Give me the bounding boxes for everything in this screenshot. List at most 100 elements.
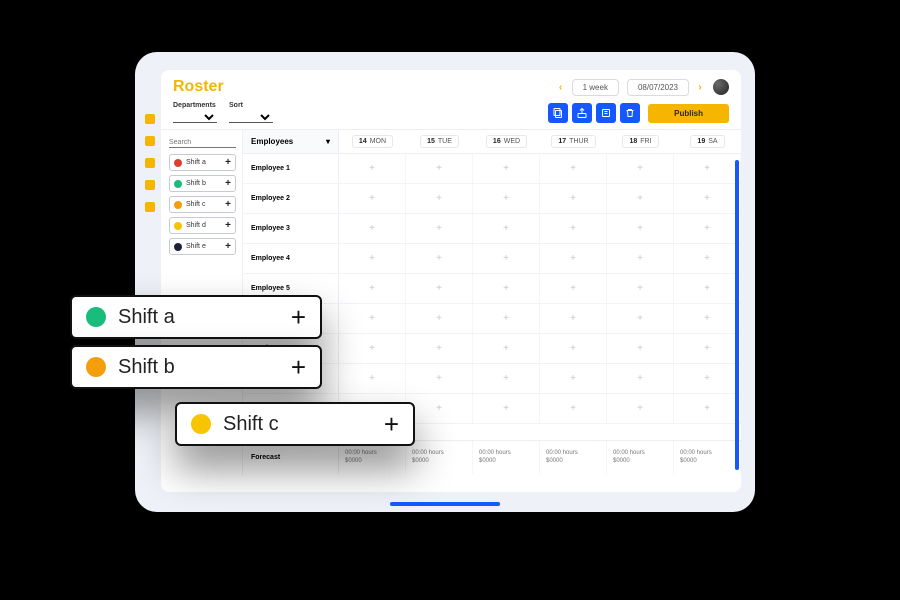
employee-name-cell[interactable]: Employee 2	[243, 184, 339, 213]
shift-cell[interactable]: +	[406, 154, 473, 183]
shift-cell[interactable]: +	[339, 274, 406, 303]
shift-cell[interactable]: +	[473, 274, 540, 303]
shift-cell[interactable]: +	[339, 214, 406, 243]
shift-cell[interactable]: +	[473, 214, 540, 243]
shift-cell[interactable]: +	[473, 154, 540, 183]
employee-name-cell[interactable]: Employee 3	[243, 214, 339, 243]
search-input[interactable]	[169, 138, 236, 148]
employees-column-header[interactable]: Employees ▾	[243, 130, 339, 153]
shift-label: Shift a	[186, 159, 225, 166]
shift-popover[interactable]: Shift b +	[70, 345, 322, 389]
shift-cell[interactable]: +	[540, 244, 607, 273]
shift-label: Shift d	[186, 222, 225, 229]
shift-cell[interactable]: +	[607, 334, 674, 363]
shift-cell[interactable]: +	[607, 304, 674, 333]
shift-cell[interactable]: +	[540, 394, 607, 423]
day-column-header[interactable]: 14MON	[339, 130, 406, 153]
shift-cell[interactable]: +	[674, 214, 741, 243]
shift-cell[interactable]: +	[540, 334, 607, 363]
shift-cell[interactable]: +	[406, 304, 473, 333]
shift-cell[interactable]: +	[674, 154, 741, 183]
shift-cell[interactable]: +	[607, 274, 674, 303]
plus-icon[interactable]: +	[291, 352, 306, 383]
shift-popover[interactable]: Shift c +	[175, 402, 415, 446]
next-period-button[interactable]: ›	[693, 79, 707, 95]
plus-icon[interactable]: +	[225, 199, 231, 210]
bezel-tab	[145, 180, 155, 190]
day-column-header[interactable]: 19SA	[674, 130, 741, 153]
shift-cell[interactable]: +	[607, 214, 674, 243]
shift-cell[interactable]: +	[406, 214, 473, 243]
plus-icon[interactable]: +	[225, 241, 231, 252]
shift-cell[interactable]: +	[339, 154, 406, 183]
shift-cell[interactable]: +	[473, 184, 540, 213]
shift-cell[interactable]: +	[607, 244, 674, 273]
export-button[interactable]	[572, 103, 592, 123]
shift-item[interactable]: Shift c+	[169, 196, 236, 213]
shift-cell[interactable]: +	[540, 184, 607, 213]
shift-item[interactable]: Shift a+	[169, 154, 236, 171]
shift-cell[interactable]: +	[406, 364, 473, 393]
shift-cell[interactable]: +	[339, 364, 406, 393]
shift-cell[interactable]: +	[473, 304, 540, 333]
range-selector[interactable]: 1 week	[572, 79, 619, 96]
shift-cell[interactable]: +	[473, 394, 540, 423]
departments-dropdown[interactable]	[173, 111, 217, 123]
avatar[interactable]	[713, 79, 729, 95]
day-column-header[interactable]: 16WED	[473, 130, 540, 153]
shift-item[interactable]: Shift e+	[169, 238, 236, 255]
plus-icon[interactable]: +	[291, 302, 306, 333]
shift-cell[interactable]: +	[339, 334, 406, 363]
bezel-tab	[145, 202, 155, 212]
shift-cell[interactable]: +	[540, 154, 607, 183]
publish-button[interactable]: Publish	[648, 104, 729, 123]
bezel-tab	[145, 158, 155, 168]
shift-cell[interactable]: +	[406, 184, 473, 213]
plus-icon[interactable]: +	[225, 157, 231, 168]
shift-cell[interactable]: +	[339, 244, 406, 273]
shift-item[interactable]: Shift b+	[169, 175, 236, 192]
shift-cell[interactable]: +	[473, 334, 540, 363]
shift-cell[interactable]: +	[674, 304, 741, 333]
shift-cell[interactable]: +	[607, 364, 674, 393]
shift-cell[interactable]: +	[674, 244, 741, 273]
date-input[interactable]: 08/07/2023	[627, 79, 689, 96]
shift-cell[interactable]: +	[406, 244, 473, 273]
shift-cell[interactable]: +	[339, 304, 406, 333]
shift-popover[interactable]: Shift a +	[70, 295, 322, 339]
shift-cell[interactable]: +	[406, 334, 473, 363]
day-column-header[interactable]: 15TUE	[406, 130, 473, 153]
shift-cell[interactable]: +	[674, 394, 741, 423]
shift-cell[interactable]: +	[406, 274, 473, 303]
vertical-scrollbar[interactable]	[735, 160, 739, 470]
sort-label: Sort	[229, 102, 273, 109]
delete-button[interactable]	[620, 103, 640, 123]
day-column-header[interactable]: 18FRI	[607, 130, 674, 153]
shift-cell[interactable]: +	[674, 364, 741, 393]
shift-cell[interactable]: +	[406, 394, 473, 423]
plus-icon[interactable]: +	[384, 409, 399, 440]
shift-cell[interactable]: +	[540, 364, 607, 393]
prev-period-button[interactable]: ‹	[554, 79, 568, 95]
day-column-header[interactable]: 17THUR	[540, 130, 607, 153]
duplicate-button[interactable]	[596, 103, 616, 123]
copy-button[interactable]	[548, 103, 568, 123]
shift-cell[interactable]: +	[540, 304, 607, 333]
shift-cell[interactable]: +	[473, 364, 540, 393]
plus-icon[interactable]: +	[225, 220, 231, 231]
shift-cell[interactable]: +	[540, 214, 607, 243]
shift-cell[interactable]: +	[473, 244, 540, 273]
shift-cell[interactable]: +	[607, 394, 674, 423]
shift-cell[interactable]: +	[607, 184, 674, 213]
shift-cell[interactable]: +	[607, 154, 674, 183]
shift-cell[interactable]: +	[540, 274, 607, 303]
shift-cell[interactable]: +	[674, 274, 741, 303]
shift-item[interactable]: Shift d+	[169, 217, 236, 234]
employee-name-cell[interactable]: Employee 4	[243, 244, 339, 273]
shift-cell[interactable]: +	[674, 334, 741, 363]
sort-dropdown[interactable]	[229, 111, 273, 123]
shift-cell[interactable]: +	[674, 184, 741, 213]
employee-name-cell[interactable]: Employee 1	[243, 154, 339, 183]
shift-cell[interactable]: +	[339, 184, 406, 213]
plus-icon[interactable]: +	[225, 178, 231, 189]
